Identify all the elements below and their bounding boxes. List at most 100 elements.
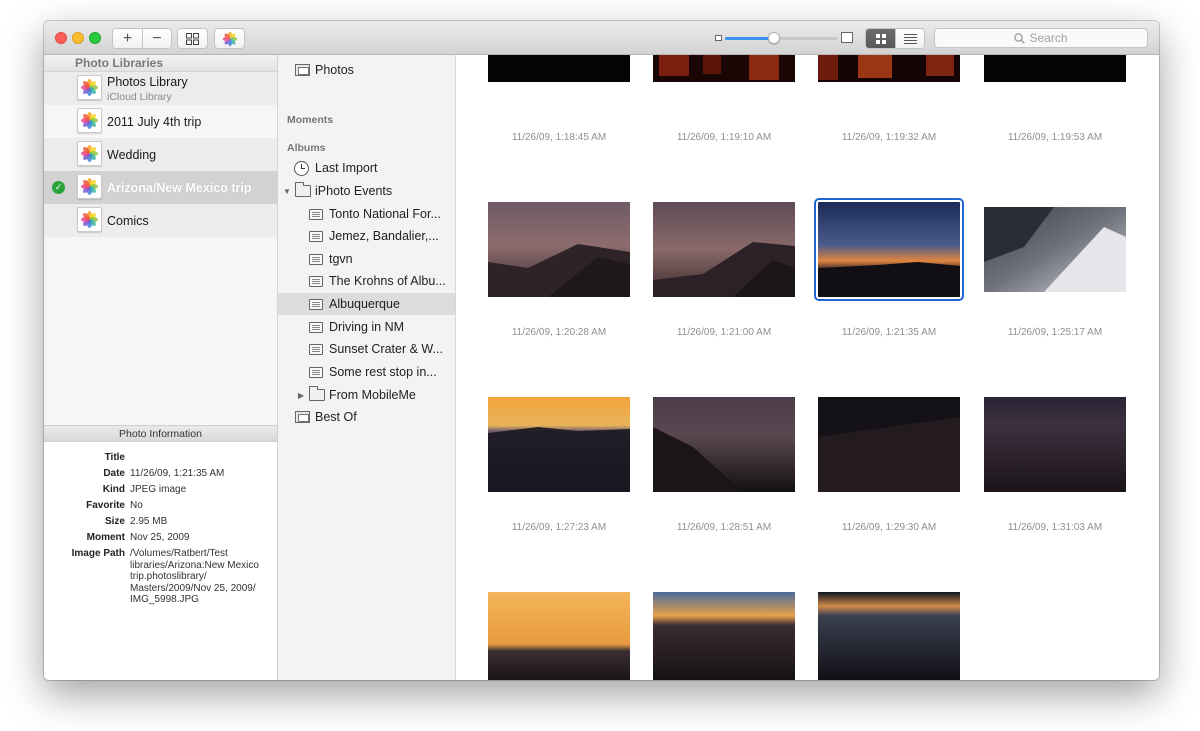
info-key: Favorite xyxy=(86,500,125,511)
grid-view-button[interactable] xyxy=(866,29,895,48)
folder-from-mobileme[interactable]: ▶ From MobileMe xyxy=(278,384,455,406)
photo-information-panel: Title Date 11/26/09, 1:21:35 AM Kind JPE… xyxy=(44,442,277,680)
photo-date-label: 11/26/09, 1:19:32 AM xyxy=(841,132,937,143)
photos-library-icon xyxy=(77,174,102,199)
photo-thumbnail-selected[interactable] xyxy=(814,198,964,301)
library-item-comics[interactable]: Comics xyxy=(44,204,277,237)
photo-thumbnail[interactable] xyxy=(984,55,1126,82)
library-sidebar: Photo Libraries Photos Library iCloud Li… xyxy=(44,55,278,680)
photo-date-label: 11/26/09, 1:18:45 AM xyxy=(511,132,607,143)
library-name: Arizona/New Mexico trip xyxy=(107,180,252,195)
photos-library-icon xyxy=(77,75,102,100)
photo-date-label: 11/26/09, 1:19:53 AM xyxy=(1007,132,1103,143)
event-icon xyxy=(309,230,323,242)
library-item-photos-library[interactable]: Photos Library iCloud Library xyxy=(44,72,277,105)
small-thumbnail-icon xyxy=(715,35,722,41)
photos-window: + − Search Photo Libraries Photos Librar… xyxy=(44,21,1159,680)
minimize-window-button[interactable] xyxy=(72,32,84,44)
zoom-slider-knob[interactable] xyxy=(767,32,780,44)
event-item[interactable]: Some rest stop in... xyxy=(278,361,455,383)
library-name: Photos Library xyxy=(107,75,188,89)
photo-thumbnail[interactable] xyxy=(488,202,630,297)
event-item[interactable]: Jemez, Bandalier,... xyxy=(278,225,455,247)
search-placeholder: Search xyxy=(1029,31,1068,45)
photo-date-label: 11/26/09, 1:25:17 AM xyxy=(1007,327,1103,338)
zoom-slider-fill xyxy=(725,37,774,40)
info-key: Date xyxy=(103,468,125,479)
disclosure-closed-icon[interactable]: ▶ xyxy=(298,391,304,400)
library-name: Comics xyxy=(107,213,149,228)
photo-thumbnail[interactable] xyxy=(488,55,630,82)
close-window-button[interactable] xyxy=(55,32,67,44)
library-name: 2011 July 4th trip xyxy=(107,114,202,129)
add-button[interactable]: + xyxy=(113,29,142,48)
add-remove-control: + − xyxy=(112,28,172,49)
album-label: Best Of xyxy=(315,410,357,424)
photo-date-label: 11/26/09, 1:29:30 AM xyxy=(841,522,937,533)
event-label: Some rest stop in... xyxy=(329,365,437,379)
photos-app-button[interactable] xyxy=(214,28,245,49)
library-item-arizona-new-mexico-trip[interactable]: ✓ Arizona/New Mexico trip xyxy=(44,171,277,204)
search-field[interactable]: Search xyxy=(934,28,1148,48)
event-icon xyxy=(309,275,323,287)
event-item[interactable]: Sunset Crater & W... xyxy=(278,338,455,360)
info-value: No xyxy=(130,500,143,511)
photo-thumbnail[interactable] xyxy=(488,397,630,492)
photo-thumbnail[interactable] xyxy=(653,55,795,82)
event-icon xyxy=(309,321,323,333)
photo-thumbnail[interactable] xyxy=(818,592,960,680)
album-photos[interactable]: Photos xyxy=(278,59,455,81)
photo-thumbnail[interactable] xyxy=(653,592,795,680)
photo-information-header: Photo Information xyxy=(44,425,277,442)
list-view-button[interactable] xyxy=(895,29,924,48)
event-item-selected[interactable]: Albuquerque xyxy=(278,293,455,315)
photos-library-icon xyxy=(77,207,102,232)
album-label: Photos xyxy=(315,63,354,77)
photo-thumbnail[interactable] xyxy=(984,207,1126,292)
photo-thumbnail[interactable] xyxy=(984,397,1126,492)
zoom-slider[interactable] xyxy=(725,32,838,44)
library-subtitle: iCloud Library xyxy=(107,91,172,103)
photo-thumbnail[interactable] xyxy=(818,397,960,492)
photo-thumbnail[interactable] xyxy=(653,202,795,297)
grid-icon xyxy=(186,32,199,45)
event-item[interactable]: Tonto National For... xyxy=(278,203,455,225)
photo-grid: 11/26/09, 1:18:45 AM 11/26/09, 1:19:10 A… xyxy=(456,55,1159,680)
event-icon xyxy=(309,343,323,355)
grid-layout-button[interactable] xyxy=(177,28,208,49)
photos-library-icon xyxy=(77,141,102,166)
remove-button[interactable]: − xyxy=(142,29,171,48)
photos-flower-icon xyxy=(81,79,98,96)
info-key: Size xyxy=(104,516,125,527)
library-item-wedding[interactable]: Wedding xyxy=(44,138,277,171)
photos-icon xyxy=(295,64,310,76)
event-item[interactable]: The Krohns of Albu... xyxy=(278,270,455,292)
search-icon xyxy=(1014,32,1026,44)
info-value: /Volumes/Ratbert/Test libraries/Arizona:… xyxy=(130,548,259,605)
info-key: Moment xyxy=(86,532,125,543)
library-item-2011-july-4th-trip[interactable]: 2011 July 4th trip xyxy=(44,105,277,138)
photo-date-label: 11/26/09, 1:21:00 AM xyxy=(676,327,772,338)
photo-thumbnail[interactable] xyxy=(653,397,795,492)
album-icon xyxy=(295,411,310,423)
event-item[interactable]: Driving in NM xyxy=(278,316,455,338)
album-label: Last Import xyxy=(315,161,378,175)
folder-iphoto-events[interactable]: ▼ iPhoto Events xyxy=(278,180,455,202)
event-label: Sunset Crater & W... xyxy=(329,342,443,356)
photo-thumbnail[interactable] xyxy=(818,55,960,82)
grid-view-icon xyxy=(875,33,886,44)
album-best-of[interactable]: Best Of xyxy=(278,406,455,428)
photo-thumbnail[interactable] xyxy=(488,592,630,680)
folder-label: iPhoto Events xyxy=(315,184,393,198)
moments-header[interactable]: Moments xyxy=(287,114,333,126)
folder-label: From MobileMe xyxy=(329,388,416,402)
zoom-window-button[interactable] xyxy=(89,32,101,44)
albums-header: Albums xyxy=(287,142,326,154)
album-last-import[interactable]: Last Import xyxy=(278,157,455,179)
event-label: Tonto National For... xyxy=(329,207,441,221)
disclosure-open-icon[interactable]: ▼ xyxy=(283,187,291,196)
info-value: 2.95 MB xyxy=(130,516,168,527)
event-item[interactable]: tgvn xyxy=(278,248,455,270)
photos-flower-icon xyxy=(81,112,98,129)
photos-flower-icon xyxy=(81,145,98,162)
